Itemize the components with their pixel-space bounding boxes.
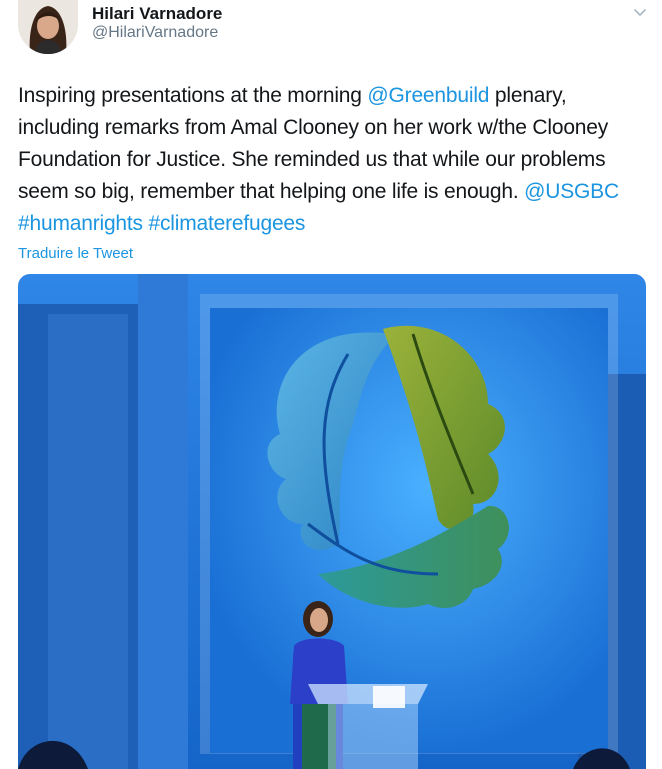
author-name[interactable]: Hilari Varnadore	[92, 4, 222, 24]
author-avatar[interactable]	[18, 0, 78, 54]
author-handle[interactable]: @HilariVarnadore	[92, 24, 218, 42]
mention-greenbuild-link[interactable]: @Greenbuild	[367, 84, 489, 107]
translate-tweet-link[interactable]: Traduire le Tweet	[18, 245, 133, 262]
hashtag-humanrights-link[interactable]: #humanrights	[18, 212, 143, 235]
tweet-photo[interactable]	[18, 274, 646, 769]
stage-photo-image	[18, 274, 646, 769]
tweet-text: Inspiring presentations at the morning @…	[18, 80, 646, 240]
tweet-text-part: Inspiring presentations at the morning	[18, 84, 368, 107]
hashtag-climaterefugees-link[interactable]: #climaterefugees	[148, 212, 305, 235]
mention-usgbc-link[interactable]: @USGBC	[524, 180, 619, 203]
chevron-down-icon[interactable]	[632, 4, 648, 20]
avatar-image	[18, 0, 78, 54]
